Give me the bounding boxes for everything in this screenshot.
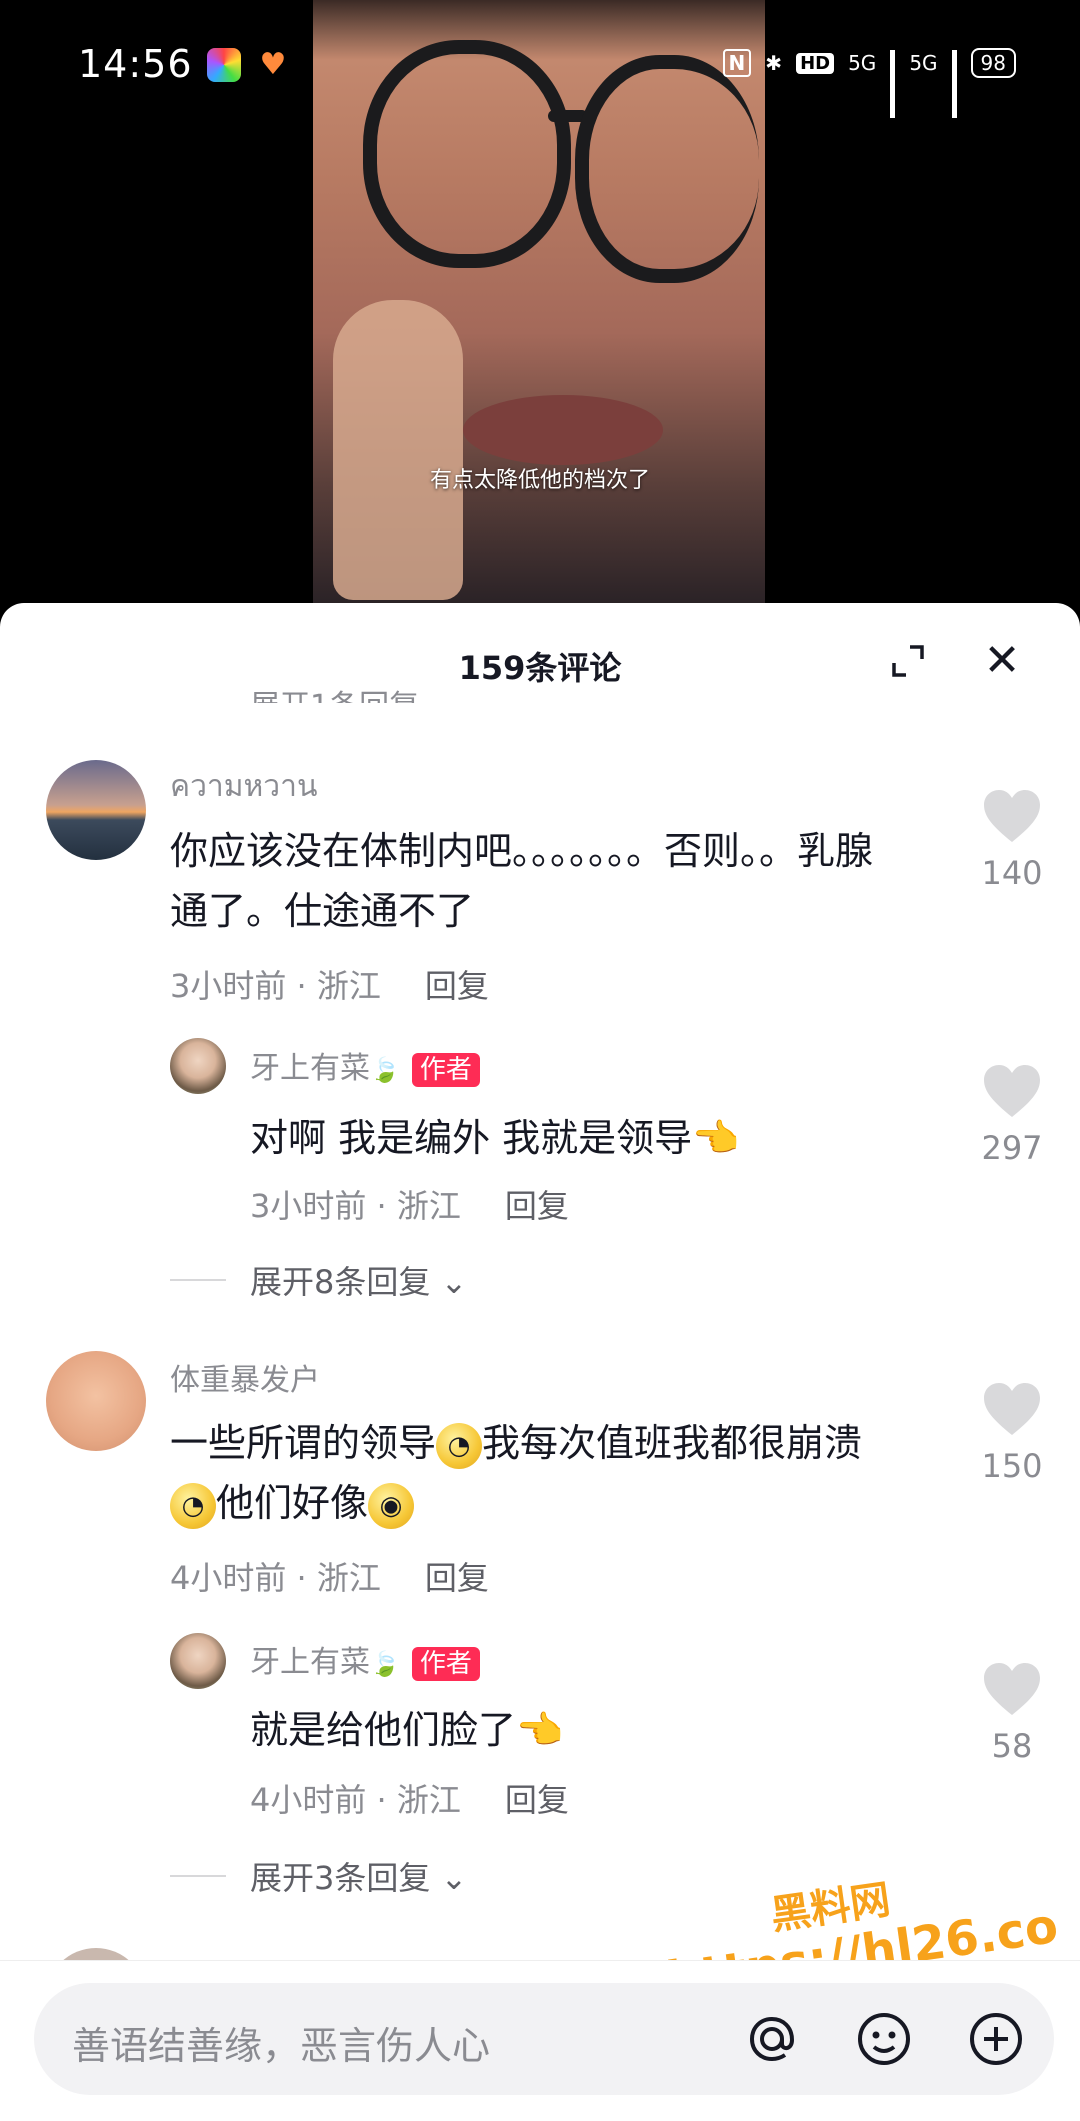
like-button[interactable]: 297: [972, 1063, 1052, 1167]
previous-expand-replies[interactable]: 展开1条回复: [250, 681, 419, 703]
expand-icon[interactable]: [890, 643, 926, 679]
signal-icon-2: [951, 50, 957, 118]
author-badge: 作者: [411, 1052, 480, 1087]
signal-icon: [890, 50, 896, 118]
like-count: 150: [981, 1447, 1043, 1485]
video-mouth: [463, 395, 663, 465]
dizzy-emoji: ◔: [170, 1482, 216, 1529]
reply-nickname: 牙上有菜🍃 作者: [250, 1043, 480, 1087]
reply-text[interactable]: 就是给他们脸了👈: [250, 1700, 890, 1760]
leaf-icon: 🍃: [370, 1650, 400, 1678]
status-time: 14:56: [78, 42, 193, 86]
comment-nickname[interactable]: 体重暴发户: [170, 1355, 320, 1399]
emoji-icon[interactable]: [852, 2007, 916, 2071]
heart-icon: [984, 1383, 1040, 1435]
nfc-icon: N: [722, 49, 752, 77]
video-subtitle: 有点太降低他的档次了: [429, 468, 650, 493]
comment-text-part1: 一些所谓的领导: [170, 1421, 437, 1465]
comment-text-part2: 我每次值班我都很崩溃: [482, 1421, 863, 1465]
close-icon[interactable]: ✕: [980, 639, 1024, 683]
comment-time-location: 4小时前 · 浙江: [170, 1559, 381, 1597]
comment-input[interactable]: 善语结善缘，恶言伤人心: [34, 1983, 1054, 2095]
like-count: 140: [981, 854, 1043, 892]
comment-text-part3: 他们好像: [216, 1481, 369, 1525]
avatar[interactable]: [46, 1351, 146, 1451]
comments-panel: 159条评论 ✕ 展开1条回复 ความหวาน 你应该没在体制内吧。。。。。。…: [0, 603, 1080, 2120]
bluetooth-icon: ✱: [765, 51, 783, 75]
expand-divider: [170, 1279, 226, 1281]
system-icons: N ✱ HD 5G 5G 98: [722, 48, 1016, 118]
heart-icon: [984, 1663, 1040, 1715]
comment-meta: 3小时前 · 浙江 回复: [170, 961, 489, 1007]
expand-replies-label: 展开8条回复: [250, 1263, 431, 1301]
status-bar: 14:56 ♥ N ✱ HD 5G 5G 98: [0, 0, 1080, 130]
comment-nickname[interactable]: ความหวาน: [170, 763, 318, 810]
comment-time-location: 3小时前 · 浙江: [170, 967, 381, 1005]
app-notification-icon-2: ♥: [259, 47, 287, 82]
reply-time-location: 3小时前 · 浙江: [250, 1187, 461, 1225]
author-badge: 作者: [411, 1646, 480, 1681]
reply-text-content: 就是给他们脸了: [250, 1708, 517, 1752]
reply-text-content: 对啊 我是编外 我就是领导: [250, 1116, 693, 1160]
at-icon[interactable]: [740, 2007, 804, 2071]
reply-avatar[interactable]: [170, 1633, 226, 1689]
hd-voice-icon: HD: [796, 52, 835, 74]
reply-button[interactable]: 回复: [425, 967, 489, 1005]
comment-text[interactable]: 你应该没在体制内吧。。。。。。。否则。。乳腺通了。仕途通不了: [170, 821, 890, 941]
comment-input-placeholder: 善语结善缘，恶言伤人心: [72, 2024, 491, 2068]
comment-text[interactable]: 一些所谓的领导 ◔ 我每次值班我都很崩溃 ◔ 他们好像 ◉: [170, 1413, 950, 1533]
chevron-down-icon: ⌄: [440, 1263, 468, 1301]
pointing-finger-emoji: 👈: [692, 1116, 740, 1160]
like-count: 58: [991, 1727, 1033, 1765]
expand-replies-button[interactable]: 展开8条回复 ⌄: [250, 1257, 467, 1303]
heart-icon: [984, 790, 1040, 842]
like-button[interactable]: 150: [972, 1381, 1052, 1485]
reply-nickname-text[interactable]: 牙上有菜: [250, 1051, 370, 1086]
reply-button[interactable]: 回复: [425, 1559, 489, 1597]
reply-button[interactable]: 回复: [505, 1781, 569, 1819]
expand-replies-label: 展开3条回复: [250, 1859, 431, 1897]
video-hand: [333, 300, 463, 600]
network-label-2: 5G: [909, 51, 938, 75]
pointing-finger-emoji: 👈: [516, 1708, 564, 1752]
heart-icon: [984, 1065, 1040, 1117]
like-button[interactable]: 140: [972, 788, 1052, 892]
dizzy-emoji: ◔: [436, 1422, 483, 1469]
reply-meta: 3小时前 · 浙江 回复: [250, 1181, 569, 1227]
battery-icon: 98: [970, 48, 1016, 78]
app-notification-icon: [207, 48, 241, 82]
comment-input-bar: 善语结善缘，恶言伤人心: [0, 1960, 1080, 2121]
reply-text[interactable]: 对啊 我是编外 我就是领导👈: [250, 1108, 890, 1168]
reply-avatar[interactable]: [170, 1038, 226, 1094]
expand-replies-button[interactable]: 展开3条回复 ⌄: [250, 1853, 467, 1899]
reply-time-location: 4小时前 · 浙江: [250, 1781, 461, 1819]
reply-nickname: 牙上有菜🍃 作者: [250, 1637, 480, 1681]
comment-meta: 4小时前 · 浙江 回复: [170, 1553, 489, 1599]
leaf-icon: 🍃: [370, 1056, 400, 1084]
reply-meta: 4小时前 · 浙江 回复: [250, 1775, 569, 1821]
expand-divider: [170, 1875, 226, 1877]
reply-nickname-text[interactable]: 牙上有菜: [250, 1645, 370, 1680]
plus-icon[interactable]: [964, 2007, 1028, 2071]
like-count: 297: [981, 1129, 1043, 1167]
reply-button[interactable]: 回复: [505, 1187, 569, 1225]
network-label-1: 5G: [848, 51, 877, 75]
flushed-emoji: ◉: [368, 1482, 415, 1529]
like-button[interactable]: 58: [972, 1661, 1052, 1765]
chevron-down-icon: ⌄: [440, 1859, 468, 1897]
avatar[interactable]: [46, 760, 146, 860]
